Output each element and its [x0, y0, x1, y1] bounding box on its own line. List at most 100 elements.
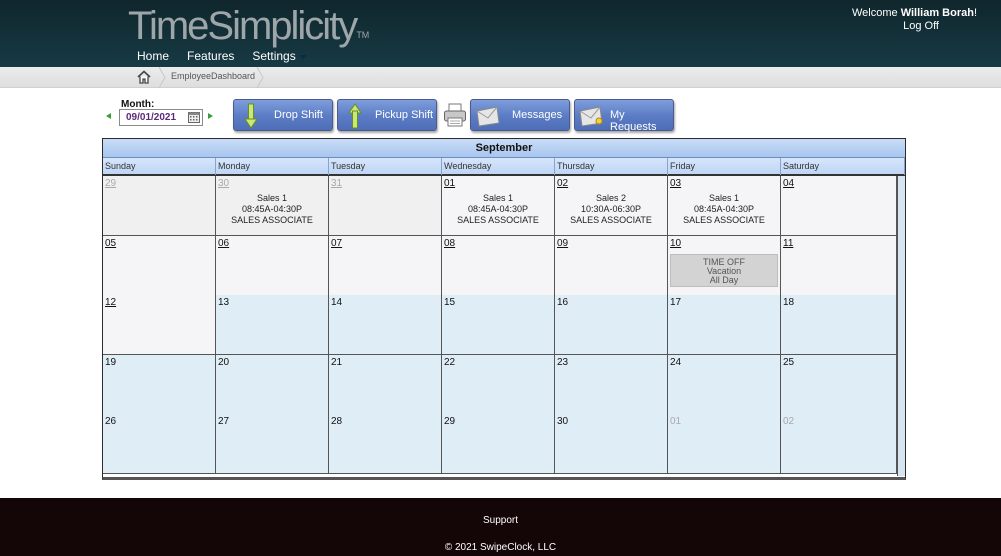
calendar-day-cell[interactable]: 19 — [103, 355, 216, 415]
calendar-day-cell[interactable]: 01 Sales 1 08:45A-04:30P SALES ASSOCIATE — [442, 176, 555, 236]
day-number[interactable]: 05 — [105, 238, 116, 249]
nav-home[interactable]: Home — [137, 49, 169, 63]
shift-entry[interactable]: Sales 1 08:45A-04:30P SALES ASSOCIATE — [442, 193, 554, 226]
shift-time: 10:30A-06:30P — [580, 204, 642, 214]
nav-settings[interactable]: Settings — [252, 49, 307, 63]
calendar-day-cell[interactable]: 22 — [442, 355, 555, 415]
logo-trademark: TM — [356, 30, 370, 40]
calendar-day-cell[interactable]: 02 — [781, 414, 897, 474]
welcome-message: Welcome William Borah! — [852, 7, 977, 20]
calendar-day-cell[interactable]: 09 — [555, 236, 668, 296]
calendar-icon[interactable] — [188, 111, 200, 123]
calendar-day-cell[interactable]: 02 Sales 2 10:30A-06:30P SALES ASSOCIATE — [555, 176, 668, 236]
support-link[interactable]: Support — [0, 515, 1001, 526]
calendar-day-cell[interactable]: 24 — [668, 355, 781, 415]
calendar-day-cell[interactable]: 27 — [216, 414, 329, 474]
calendar-day-cell[interactable]: 20 — [216, 355, 329, 415]
calendar-day-cell[interactable]: 05 — [103, 236, 216, 296]
my-requests-label: My Requests — [610, 109, 657, 133]
calendar-day-cell[interactable]: 30 Sales 1 08:45A-04:30P SALES ASSOCIATE — [216, 176, 329, 236]
breadcrumb-current[interactable]: EmployeeDashboard — [171, 71, 255, 81]
copyright-text: © 2021 SwipeClock, LLC — [444, 542, 557, 553]
shift-role: SALES ASSOCIATE — [231, 215, 313, 225]
calendar-day-cell[interactable]: 14 — [329, 295, 442, 355]
calendar-day-cell[interactable]: 23 — [555, 355, 668, 415]
calendar-day-cell[interactable]: 07 — [329, 236, 442, 296]
calendar-day-cell[interactable]: 08 — [442, 236, 555, 296]
calendar-day-cell[interactable]: 12 — [103, 295, 216, 355]
day-number: 01 — [670, 416, 682, 427]
calendar-day-cell[interactable]: 06 — [216, 236, 329, 296]
day-number[interactable]: 10 — [670, 238, 681, 249]
day-number[interactable]: 08 — [444, 238, 455, 249]
shift-time: 08:45A-04:30P — [467, 204, 529, 214]
drop-shift-button[interactable]: Drop Shift — [233, 99, 333, 131]
next-month-arrow-icon[interactable] — [208, 113, 213, 119]
logoff-link[interactable]: Log Off — [903, 20, 939, 32]
calendar-day-cell[interactable]: 11 — [781, 236, 897, 296]
timesimplicity-logo[interactable]: TimeSimplicityTM — [128, 4, 369, 49]
messages-button[interactable]: Messages — [470, 99, 570, 131]
calendar-month-title: September — [103, 139, 905, 158]
day-number[interactable]: 02 — [557, 178, 568, 189]
previous-month-arrow-icon[interactable] — [106, 113, 111, 119]
calendar-day-cell[interactable]: 25 — [781, 355, 897, 415]
pickup-shift-button[interactable]: Pickup Shift — [337, 99, 437, 131]
logo-text: TimeSimplicity — [128, 4, 358, 48]
calendar-day-cell[interactable]: 29 — [442, 414, 555, 474]
breadcrumb-separator-icon — [256, 67, 264, 88]
request-envelope-icon — [579, 106, 603, 127]
day-number[interactable]: 31 — [331, 178, 342, 189]
nav-home-label: Home — [137, 49, 170, 63]
calendar-day-cell[interactable]: 30 — [555, 414, 668, 474]
calendar-day-cell[interactable]: 10 TIME OFF Vacation All Day — [668, 236, 781, 296]
day-number[interactable]: 01 — [444, 178, 455, 189]
calendar-day-cell[interactable]: 15 — [442, 295, 555, 355]
day-number: 02 — [783, 416, 795, 427]
calendar-day-cell[interactable]: 01 — [668, 414, 781, 474]
calendar-day-cell[interactable]: 17 — [668, 295, 781, 355]
day-number[interactable]: 06 — [218, 238, 229, 249]
calendar-day-cell[interactable]: 31 — [329, 176, 442, 236]
nav-features[interactable]: Features — [187, 49, 234, 63]
breadcrumb: EmployeeDashboard — [0, 67, 1001, 88]
day-number: 20 — [218, 357, 230, 368]
chevron-down-icon — [298, 55, 307, 59]
calendar-day-cell[interactable]: 29 — [103, 176, 216, 236]
calendar-scroll-edge — [897, 176, 905, 476]
my-requests-button[interactable]: My Requests — [574, 99, 674, 133]
time-off-entry[interactable]: TIME OFF Vacation All Day — [670, 254, 778, 287]
calendar-day-cell[interactable]: 03 Sales 1 08:45A-04:30P SALES ASSOCIATE — [668, 176, 781, 236]
shift-time: 08:45A-04:30P — [693, 204, 755, 214]
day-number: 16 — [557, 297, 569, 308]
home-icon[interactable] — [136, 69, 152, 85]
calendar-day-cell[interactable]: 21 — [329, 355, 442, 415]
day-number: 21 — [331, 357, 343, 368]
day-number[interactable]: 12 — [105, 297, 116, 308]
calendar-day-cell[interactable]: 28 — [329, 414, 442, 474]
day-number[interactable]: 07 — [331, 238, 342, 249]
shift-entry[interactable]: Sales 1 08:45A-04:30P SALES ASSOCIATE — [216, 193, 328, 226]
day-number[interactable]: 30 — [218, 178, 229, 189]
calendar-day-cell[interactable]: 26 — [103, 414, 216, 474]
shift-name: Sales 2 — [595, 193, 627, 203]
calendar-day-cell[interactable]: 04 — [781, 176, 897, 236]
calendar-day-cell[interactable]: 13 — [216, 295, 329, 355]
printer-icon[interactable] — [443, 102, 467, 128]
month-calendar: September Sunday Monday Tuesday Wednesday Th… — [102, 138, 906, 480]
day-number[interactable]: 11 — [783, 238, 793, 249]
envelope-icon — [476, 106, 500, 127]
messages-label: Messages — [512, 109, 563, 121]
calendar-day-cell[interactable]: 18 — [781, 295, 897, 355]
day-number: 15 — [444, 297, 456, 308]
shift-entry[interactable]: Sales 1 08:45A-04:30P SALES ASSOCIATE — [668, 193, 780, 226]
day-number: 13 — [218, 297, 230, 308]
calendar-day-cell[interactable]: 16 — [555, 295, 668, 355]
day-number[interactable]: 04 — [783, 178, 794, 189]
shift-entry[interactable]: Sales 2 10:30A-06:30P SALES ASSOCIATE — [555, 193, 667, 226]
day-number[interactable]: 29 — [105, 178, 116, 189]
day-number[interactable]: 09 — [557, 238, 568, 249]
day-of-week-label: Thursday — [555, 158, 668, 175]
app-header: TimeSimplicityTM Home Features Settings … — [0, 0, 1001, 67]
day-number[interactable]: 03 — [670, 178, 681, 189]
